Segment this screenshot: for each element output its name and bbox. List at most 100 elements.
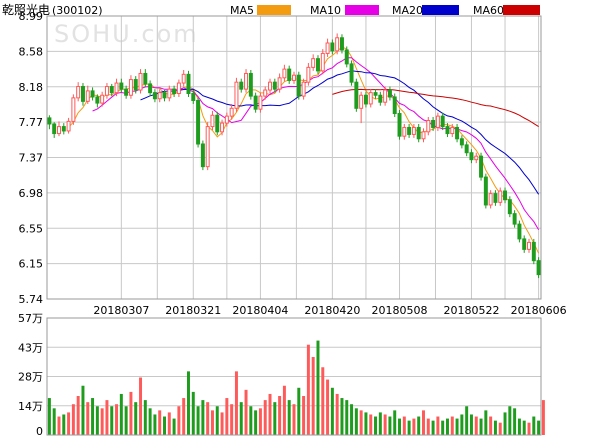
volume-y-tick-label: 14万 [18,400,43,413]
price-y-tick-label: 7.37 [19,152,44,165]
ma20-line [140,70,540,195]
candle-body [373,92,378,96]
volume-bar [62,414,66,435]
candle-body [128,79,133,96]
watermark-logo: SOHU.com [54,20,199,48]
candle-body [90,90,95,98]
legend-ma10-label: MA10 [310,4,341,17]
candle-body [522,238,527,250]
volume-bar [115,404,119,435]
candle-body [387,89,392,98]
price-y-tick-label: 8.18 [19,81,44,94]
candlestick [344,46,349,68]
volume-bar [503,412,507,435]
candlestick [359,91,364,124]
candle-body [368,92,373,105]
candle-body [464,144,469,154]
volume-bar [196,406,200,435]
candle-body [435,115,440,128]
candle-body [459,138,464,146]
volume-bar [383,414,387,435]
volume-bar [426,418,430,435]
candlestick [172,85,177,97]
candlestick [335,33,340,55]
candle-body [450,126,455,135]
candle-body [229,107,234,117]
candle-body [148,83,153,94]
candle-body [215,114,220,133]
volume-bar [541,400,545,435]
volume-bar [517,418,521,435]
candlestick [61,123,66,135]
candle-body [100,94,105,104]
volume-bar [311,357,315,435]
volume-bar [316,340,320,435]
candle-body [315,58,320,72]
candle-body [330,42,335,52]
volume-bar [513,408,517,435]
candle-body [445,126,450,135]
volume-bar [186,371,190,435]
candle-body [320,52,325,72]
candlestick [181,69,186,87]
volume-bar [537,420,541,435]
candle-body [503,190,508,201]
volume-bar [369,414,373,435]
volume-bar [498,422,502,435]
candle-body [143,72,148,85]
price-y-tick-label: 7.77 [19,116,44,129]
candlestick [387,86,392,101]
candlestick [90,87,95,101]
volume-bar [417,416,421,435]
candlestick [483,173,488,209]
volume-bar [522,420,526,435]
candle-body [479,155,484,178]
date-tick-label: 20180508 [372,304,428,317]
date-tick-label: 20180420 [304,304,360,317]
candle-body [200,143,205,168]
candlestick [205,122,210,171]
candlestick [306,63,311,86]
candlestick [522,235,527,253]
date-tick-label: 20180606 [511,304,567,317]
candlestick [507,196,512,218]
candlestick [517,220,522,243]
volume-bar [330,387,334,435]
candle-body [268,81,273,91]
volume-bar [47,398,51,435]
candle-body [287,68,292,81]
volume-bar [474,416,478,435]
candle-body [407,126,412,135]
stock-chart: 乾照光电 (300102) MA5 MA10 MA20 MA60 SOHU.co… [2,3,567,438]
candle-body [402,126,407,137]
candlestick [440,112,445,131]
volume-bar [465,406,469,435]
candle-body [186,73,191,94]
legend-ma60-swatch [503,5,540,15]
volume-bar [306,344,310,435]
candle-body [61,126,66,132]
candlestick [503,187,508,204]
volume-bar [148,408,152,435]
volume-bar [263,400,267,435]
volume-y-tick-label: 57万 [18,312,43,325]
candle-body [378,94,383,103]
volume-bar [364,412,368,435]
date-tick-label: 20180404 [232,304,288,317]
volume-bar [172,418,176,435]
candlestick [138,69,143,94]
price-y-tick-label: 6.15 [19,258,44,271]
candlestick [210,110,215,131]
candlestick [76,82,81,102]
volume-bar [100,408,104,435]
candle-body [248,72,253,97]
candlestick [421,128,426,143]
candlestick [416,123,421,143]
candle-body [47,117,52,125]
volume-bar [479,418,483,435]
price-y-tick-label: 8.99 [19,10,44,23]
candle-body [416,126,421,140]
candle-body [162,92,167,99]
candle-body [196,99,201,145]
candlestick [464,141,469,157]
